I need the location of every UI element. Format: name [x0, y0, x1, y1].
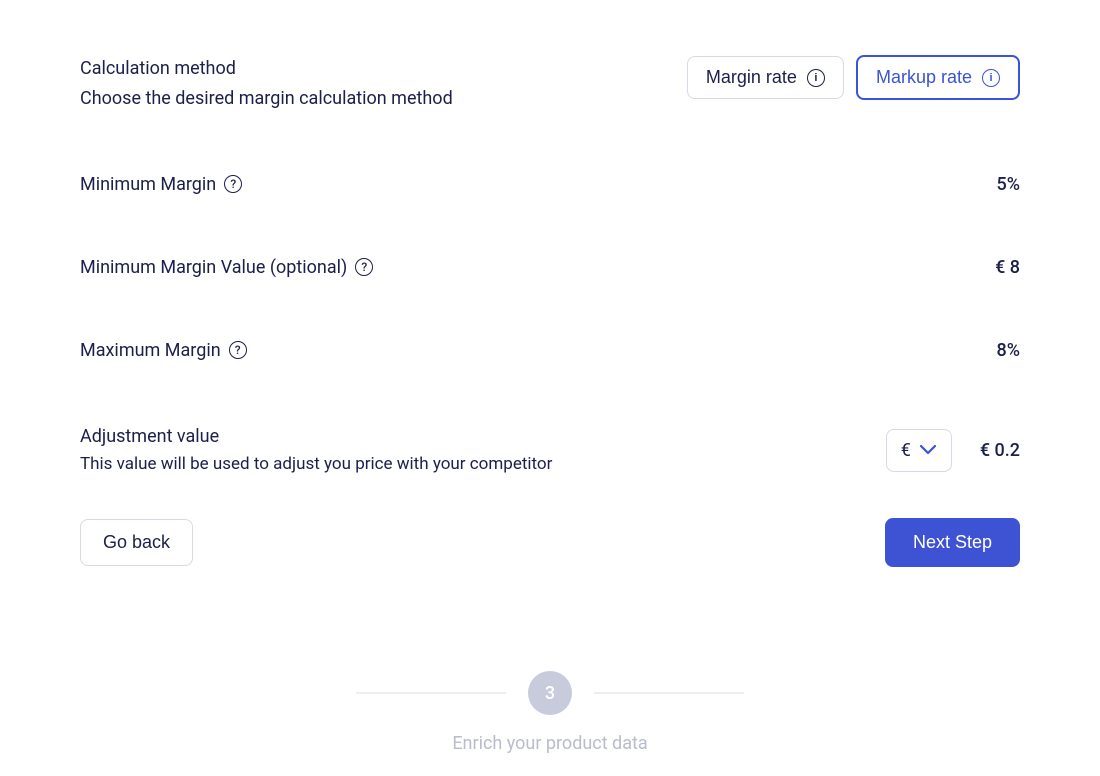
- maximum-margin-label: Maximum Margin: [80, 340, 221, 361]
- minimum-margin-label: Minimum Margin: [80, 174, 216, 195]
- help-icon[interactable]: ?: [355, 258, 373, 276]
- stepper-caption: Enrich your product data: [0, 733, 1100, 754]
- adjustment-title: Adjustment value: [80, 423, 640, 450]
- stepper-line-left: [356, 692, 506, 694]
- adjustment-desc: This value will be used to adjust you pr…: [80, 450, 640, 478]
- calculation-method-text: Calculation method Choose the desired ma…: [80, 55, 640, 114]
- minimum-margin-value-label: Minimum Margin Value (optional): [80, 257, 347, 278]
- stepper: 3 Enrich your product data: [0, 671, 1100, 754]
- minimum-margin-value: 5%: [997, 174, 1020, 195]
- help-icon[interactable]: ?: [229, 341, 247, 359]
- action-row: Go back Next Step: [80, 518, 1020, 567]
- currency-symbol: €: [901, 440, 911, 461]
- margin-rate-label: Margin rate: [706, 67, 797, 88]
- adjustment-right: € € 0.2: [886, 429, 1020, 472]
- maximum-margin-value: 8%: [997, 340, 1020, 361]
- calculation-method-row: Calculation method Choose the desired ma…: [80, 55, 1020, 114]
- minimum-margin-value-label-group: Minimum Margin Value (optional) ?: [80, 257, 373, 278]
- calculation-method-desc: Choose the desired margin calculation me…: [80, 84, 640, 114]
- minimum-margin-row: Minimum Margin ? 5%: [80, 174, 1020, 195]
- maximum-margin-label-group: Maximum Margin ?: [80, 340, 247, 361]
- step-number-badge: 3: [528, 671, 572, 715]
- calculation-method-toggle: Margin rate i Markup rate i: [687, 55, 1020, 100]
- minimum-margin-value-value: € 8: [995, 257, 1020, 278]
- maximum-margin-row: Maximum Margin ? 8%: [80, 340, 1020, 361]
- adjustment-text: Adjustment value This value will be used…: [80, 423, 640, 478]
- chevron-down-icon: [919, 444, 937, 456]
- adjustment-row: Adjustment value This value will be used…: [80, 423, 1020, 478]
- minimum-margin-value-row: Minimum Margin Value (optional) ? € 8: [80, 257, 1020, 278]
- help-icon[interactable]: ?: [224, 175, 242, 193]
- info-icon[interactable]: i: [982, 69, 1000, 87]
- markup-rate-option[interactable]: Markup rate i: [856, 55, 1020, 100]
- go-back-button[interactable]: Go back: [80, 519, 193, 566]
- minimum-margin-label-group: Minimum Margin ?: [80, 174, 242, 195]
- info-icon[interactable]: i: [807, 69, 825, 87]
- stepper-line-wrap: 3: [0, 671, 1100, 715]
- adjustment-value: € 0.2: [980, 440, 1020, 461]
- next-step-button[interactable]: Next Step: [885, 518, 1020, 567]
- calculation-method-title: Calculation method: [80, 55, 640, 82]
- margin-rate-option[interactable]: Margin rate i: [687, 56, 844, 99]
- currency-select[interactable]: €: [886, 429, 952, 472]
- markup-rate-label: Markup rate: [876, 67, 972, 88]
- stepper-line-right: [594, 692, 744, 694]
